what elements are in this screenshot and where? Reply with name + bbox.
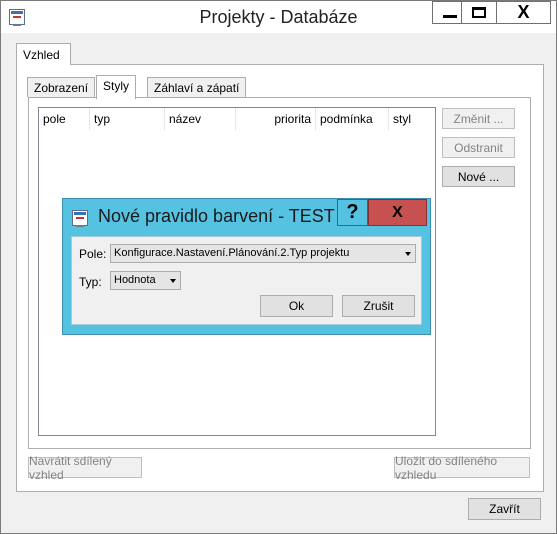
- dialog-body: Pole: Konfigurace.Nastavení.Plánování.2.…: [71, 236, 422, 325]
- close-icon: X: [517, 2, 530, 22]
- title-bar: Projekty - Databáze X: [1, 1, 556, 33]
- main-window: Projekty - Databáze X Vzhled Zobrazení S…: [0, 0, 557, 534]
- column-header-typ[interactable]: typ: [90, 108, 165, 130]
- restore-shared-button[interactable]: Navrátit sdílený vzhled: [28, 454, 142, 482]
- help-button[interactable]: ?: [337, 199, 368, 226]
- tab-zobrazeni[interactable]: Zobrazení: [27, 77, 96, 97]
- chevron-down-icon: [405, 252, 411, 256]
- close-button[interactable]: Zavřít: [468, 498, 541, 520]
- type-label: Typ:: [79, 275, 102, 289]
- dialog-title: Nové pravidlo barvení - TEST: [98, 206, 335, 226]
- save-shared-button[interactable]: Uložit do sdíleného vzhledu: [394, 454, 530, 482]
- column-header-styl[interactable]: styl: [389, 108, 435, 130]
- column-header-nazev[interactable]: název: [165, 108, 236, 130]
- column-header-pole[interactable]: pole: [39, 108, 90, 130]
- new-button[interactable]: Nové ...: [442, 166, 515, 187]
- dialog-close-button[interactable]: X: [368, 199, 427, 226]
- remove-button[interactable]: Odstranit: [442, 137, 515, 158]
- field-select-value: Konfigurace.Nastavení.Plánování.2.Typ pr…: [114, 247, 350, 259]
- minimize-icon: [443, 15, 457, 18]
- close-icon: X: [392, 203, 403, 221]
- dialog-app-icon: [72, 210, 88, 227]
- chevron-down-icon: [170, 279, 176, 283]
- tab-styly[interactable]: Styly: [96, 75, 137, 99]
- tab-zahlavi-a-zapati[interactable]: Záhlaví a zápatí: [147, 77, 247, 97]
- column-header-priorita[interactable]: priorita: [236, 108, 316, 130]
- help-icon: ?: [346, 201, 359, 223]
- edit-button[interactable]: Změnit ...: [442, 108, 515, 129]
- color-rule-dialog: Nové pravidlo barvení - TEST ? X Pole: K…: [62, 198, 431, 335]
- field-label: Pole:: [79, 247, 107, 261]
- type-select[interactable]: Hodnota: [110, 271, 181, 290]
- type-select-value: Hodnota: [114, 274, 156, 286]
- close-window-button[interactable]: X: [496, 1, 551, 24]
- maximize-icon: [472, 7, 486, 18]
- tab-vzhled[interactable]: Vzhled: [16, 43, 71, 65]
- ok-button[interactable]: Ok: [260, 295, 333, 317]
- field-select[interactable]: Konfigurace.Nastavení.Plánování.2.Typ pr…: [110, 244, 416, 263]
- maximize-button[interactable]: [461, 1, 497, 24]
- cancel-button[interactable]: Zrušit: [342, 295, 415, 317]
- column-header-podminka[interactable]: podmínka: [316, 108, 389, 130]
